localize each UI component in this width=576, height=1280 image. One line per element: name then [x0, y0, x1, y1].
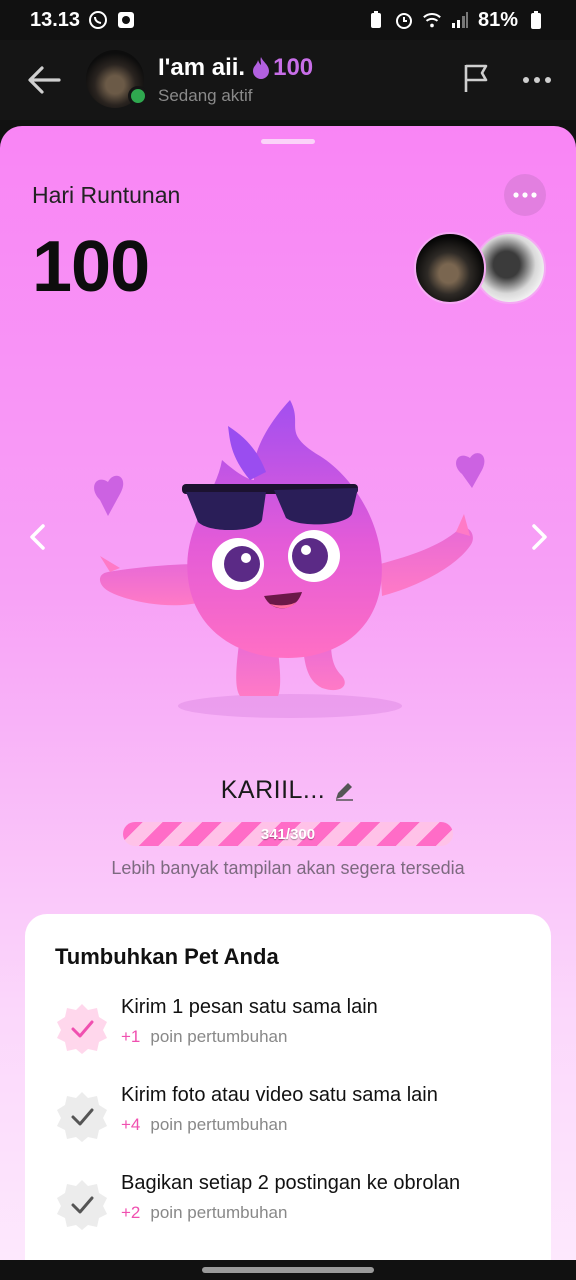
- paired-avatars: [414, 232, 546, 304]
- back-arrow-icon: [28, 66, 61, 94]
- whatsapp-icon: [88, 10, 108, 30]
- notification-app-icon: [116, 10, 136, 30]
- check-badge-icon: [55, 1090, 109, 1144]
- chevron-right-icon: [532, 524, 547, 550]
- avatar: [414, 232, 486, 304]
- back-button[interactable]: [14, 50, 74, 110]
- points-unit: poin pertumbuhan: [150, 1027, 288, 1046]
- streak-badge: 100: [251, 54, 313, 82]
- task-title: Kirim foto atau video satu sama lain: [121, 1084, 438, 1106]
- report-flag-button[interactable]: [462, 62, 492, 99]
- chevron-left-icon: [30, 524, 45, 550]
- streak-count: 100: [32, 227, 150, 307]
- more-horizontal-icon: [513, 192, 537, 198]
- streak-label: Hari Runtunan: [32, 182, 181, 208]
- pet-name-row[interactable]: KARIIL...: [0, 776, 576, 805]
- battery-icon: [526, 10, 546, 30]
- grow-pet-card: Tumbuhkan Pet Anda Kirim 1 pesan satu sa…: [25, 914, 551, 1260]
- points-value: +1: [121, 1027, 141, 1046]
- chat-header: I'am aii. 100 Sedang aktif: [0, 40, 576, 120]
- system-nav-bar: [0, 1260, 576, 1280]
- points-unit: poin pertumbuhan: [150, 1115, 288, 1134]
- task-title: Kirim 1 pesan satu sama lain: [121, 996, 378, 1018]
- home-indicator[interactable]: [202, 1267, 374, 1273]
- growth-progress-bar: 341/300: [123, 822, 453, 846]
- active-status: Sedang aktif: [158, 86, 253, 105]
- streak-sheet: Hari Runtunan 100 KARIIL... 341/300 Lebi…: [0, 126, 576, 1260]
- alarm-icon: [394, 10, 414, 30]
- battery-percent: 81%: [477, 8, 518, 31]
- points-value: +2: [121, 1203, 141, 1222]
- more-options-button[interactable]: [522, 71, 552, 89]
- progress-text: 341/300: [260, 825, 316, 843]
- contact-name: I'am aii.: [158, 54, 246, 81]
- points-unit: poin pertumbuhan: [150, 1203, 288, 1222]
- task-item: Kirim foto atau video satu sama lain +4 p…: [55, 1084, 521, 1144]
- task-title: Bagikan setiap 2 postingan ke obrolan: [121, 1172, 461, 1194]
- check-badge-icon: [55, 1002, 109, 1056]
- status-time: 13.13: [30, 8, 81, 31]
- task-item: Bagikan setiap 2 postingan ke obrolan +2…: [55, 1172, 521, 1232]
- sheet-more-button[interactable]: [504, 174, 546, 216]
- coming-soon-text: Lebih banyak tampilan akan segera tersed…: [111, 858, 465, 878]
- more-horizontal-icon: [523, 77, 551, 83]
- task-points: +4 poin pertumbuhan: [121, 1115, 438, 1135]
- pet-name: KARIIL...: [220, 776, 326, 804]
- points-value: +4: [121, 1115, 141, 1134]
- online-indicator: [128, 86, 148, 106]
- card-title: Tumbuhkan Pet Anda: [55, 944, 279, 969]
- chat-avatar[interactable]: [86, 50, 148, 110]
- flag-icon: [464, 64, 488, 92]
- task-points: +1 poin pertumbuhan: [121, 1027, 378, 1047]
- next-pet-button[interactable]: [525, 520, 555, 554]
- task-item: Kirim 1 pesan satu sama lain +1 poin pert…: [55, 996, 521, 1056]
- task-points: +2 poin pertumbuhan: [121, 1203, 460, 1223]
- pet-mascot-illustration: [94, 400, 485, 718]
- wifi-icon: [422, 10, 442, 30]
- signal-icon: [450, 10, 470, 30]
- flame-icon: [253, 57, 270, 79]
- edit-pencil-icon[interactable]: [333, 780, 355, 802]
- check-badge-icon: [55, 1178, 109, 1232]
- previous-pet-button[interactable]: [22, 520, 52, 554]
- streak-count-inline: 100: [273, 54, 314, 81]
- status-bar: 13.13 81%: [0, 0, 576, 40]
- chat-title[interactable]: I'am aii. 100 Sedang aktif: [158, 54, 313, 106]
- battery-saver-icon: [366, 10, 386, 30]
- sheet-grabber[interactable]: [261, 139, 315, 144]
